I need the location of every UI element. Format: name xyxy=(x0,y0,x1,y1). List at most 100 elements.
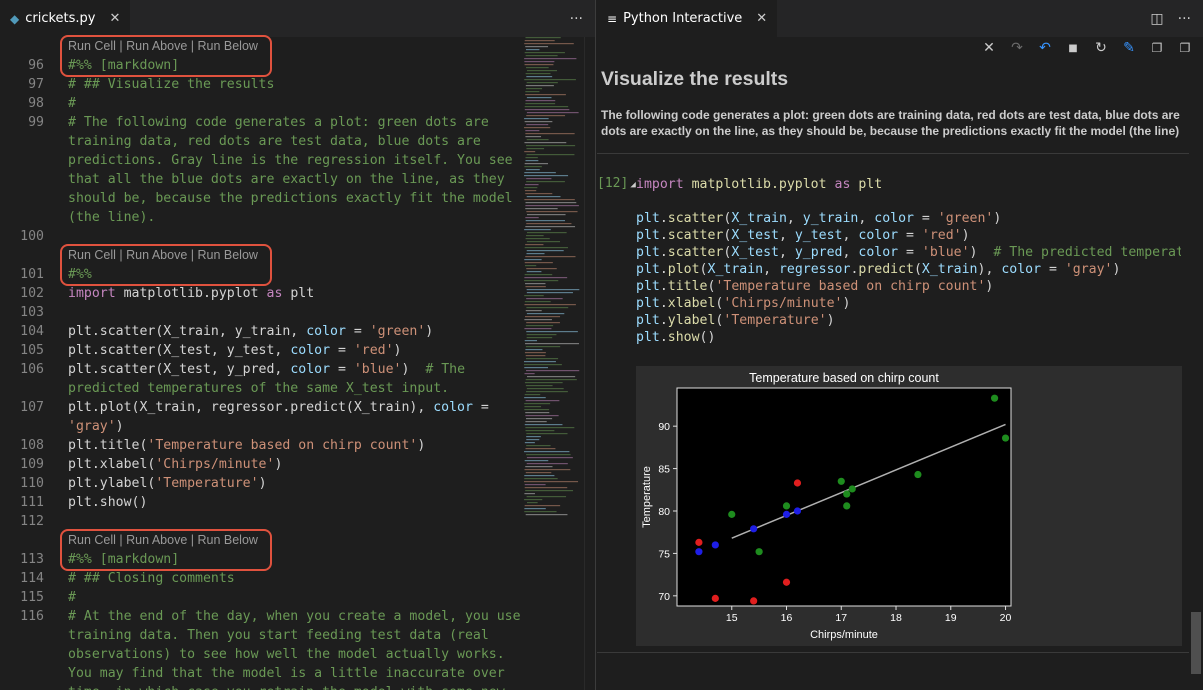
minimap-line xyxy=(525,385,553,387)
minimap-line xyxy=(526,97,552,99)
close-icon[interactable]: ✕ xyxy=(756,11,767,26)
code-text: (the line). xyxy=(68,210,156,225)
minimap-line xyxy=(526,307,569,309)
minimap-line xyxy=(525,88,543,90)
more-actions-icon[interactable]: ··· xyxy=(570,11,583,27)
minimap-line xyxy=(524,319,552,321)
minimap-line xyxy=(524,481,579,483)
tab-label: crickets.py xyxy=(25,11,96,26)
minimap-line xyxy=(525,400,560,402)
minimap-line xyxy=(524,499,543,501)
minimap-line xyxy=(525,220,566,222)
data-point xyxy=(782,510,791,518)
minimap-line xyxy=(524,118,549,120)
minimap-line xyxy=(526,70,558,72)
code-line: 97 # ## Visualize the results xyxy=(0,75,520,94)
minimap-line xyxy=(526,196,561,198)
minimap-line xyxy=(526,289,580,291)
interactive-scrollbar-thumb[interactable] xyxy=(1191,612,1201,674)
minimap-line xyxy=(524,484,546,486)
close-icon[interactable]: ✕ xyxy=(110,11,121,26)
execution-count: [12] ◢ xyxy=(597,176,636,191)
minimap-line xyxy=(524,199,575,201)
code-editor[interactable]: Run Cell | Run Above | Run Below 96 #%% [m… xyxy=(0,35,595,690)
minimap-line xyxy=(526,115,566,117)
minimap-line xyxy=(524,487,568,489)
minimap-line xyxy=(524,175,569,177)
clear-all-icon[interactable]: ✕ xyxy=(981,40,997,56)
split-editor-icon[interactable]: ◫ xyxy=(1150,11,1163,27)
minimap-line xyxy=(524,277,568,279)
minimap-line xyxy=(525,379,577,381)
cell-highlight-box xyxy=(60,35,272,77)
minimap-line xyxy=(524,493,535,495)
code-line: time, in which case you retrain the mode… xyxy=(0,683,520,690)
minimap-line xyxy=(524,247,568,249)
collapse-triangle-icon[interactable]: ◢ xyxy=(630,180,635,190)
minimap-line xyxy=(526,250,564,252)
data-point xyxy=(750,525,758,533)
minimap-line xyxy=(525,55,558,57)
code-text: # At the end of the day, when you create… xyxy=(68,609,521,624)
minimap-line xyxy=(525,136,542,138)
minimap-line xyxy=(525,169,540,171)
code-line: (the line). xyxy=(0,208,520,227)
minimap-line xyxy=(525,514,568,516)
minimap-line xyxy=(524,304,576,306)
minimap-line xyxy=(525,94,566,96)
minimap-line xyxy=(524,127,551,129)
data-point xyxy=(843,502,851,510)
interactive-tabbar: ≡ Python Interactive ✕ ◫ ··· xyxy=(597,0,1203,37)
minimap-line xyxy=(525,184,539,186)
cell-code-line: plt.plot(X_train, regressor.predict(X_tr… xyxy=(636,262,1121,277)
code-line: 107 plt.plot(X_train, regressor.predict(X… xyxy=(0,398,520,417)
collapse-all-icon[interactable]: ❐ xyxy=(1177,41,1193,55)
redo-icon[interactable]: ↷ xyxy=(1009,40,1025,56)
restart-kernel-icon[interactable]: ↻ xyxy=(1093,40,1109,56)
minimap-line xyxy=(524,397,546,399)
minimap-line xyxy=(524,280,559,282)
minimap-line xyxy=(526,67,549,69)
minimap[interactable] xyxy=(522,37,584,527)
minimap-line xyxy=(526,82,558,84)
editor-tabbar: ◆ crickets.py ✕ ··· xyxy=(0,0,595,37)
minimap-line xyxy=(524,340,538,342)
cell-highlight-box xyxy=(60,244,272,286)
minimap-line xyxy=(524,187,538,189)
paragraph-line: The following code generates a plot: gre… xyxy=(601,108,1180,122)
minimap-line xyxy=(526,376,576,378)
line-number: 108 xyxy=(20,438,44,453)
data-point xyxy=(843,490,851,498)
tab-crickets-py[interactable]: ◆ crickets.py ✕ xyxy=(0,0,131,37)
code-text: You may find that the model is a little … xyxy=(68,666,505,681)
minimap-line xyxy=(526,436,541,438)
more-actions-icon[interactable]: ··· xyxy=(1178,11,1191,27)
code-line: 111 plt.show() xyxy=(0,493,520,512)
python-interactive-pane: ≡ Python Interactive ✕ ◫ ··· ✕ ↷ ↶ ■ ↻ ✎… xyxy=(597,0,1203,690)
minimap-line xyxy=(525,421,547,423)
minimap-line xyxy=(524,511,557,513)
undo-icon[interactable]: ↶ xyxy=(1037,40,1053,56)
expand-all-icon[interactable]: ❐ xyxy=(1149,41,1165,55)
minimap-line xyxy=(525,100,556,102)
minimap-line xyxy=(524,64,554,66)
data-point xyxy=(848,485,856,493)
minimap-line xyxy=(524,265,537,267)
tab-python-interactive[interactable]: ≡ Python Interactive ✕ xyxy=(597,0,778,37)
minimap-line xyxy=(525,349,543,351)
minimap-line xyxy=(524,409,550,411)
code-line: predictions. Gray line is the regression… xyxy=(0,151,520,170)
minimap-line xyxy=(526,181,565,183)
x-tick-label: 20 xyxy=(1000,612,1012,624)
y-tick-label: 90 xyxy=(658,421,670,433)
editor-scrollbar[interactable] xyxy=(584,37,595,690)
export-icon[interactable]: ✎ xyxy=(1121,40,1137,56)
minimap-line xyxy=(526,253,545,255)
y-tick-label: 70 xyxy=(658,591,670,603)
minimap-line xyxy=(526,268,557,270)
minimap-line xyxy=(524,442,535,444)
minimap-line xyxy=(526,271,542,273)
interrupt-kernel-icon[interactable]: ■ xyxy=(1065,43,1081,54)
minimap-line xyxy=(524,61,555,63)
code-line: 115 # xyxy=(0,588,520,607)
